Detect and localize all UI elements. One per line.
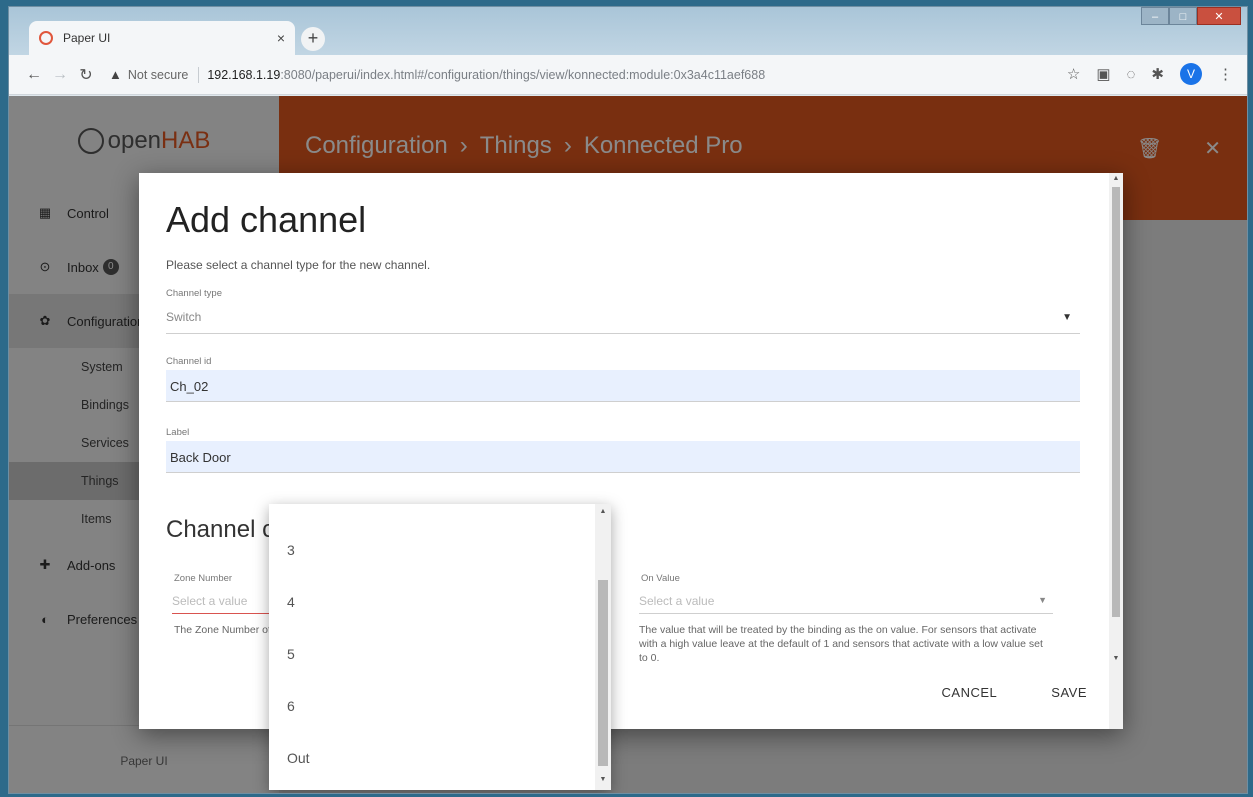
channel-type-select[interactable]: Switch ▼ (166, 304, 1080, 334)
dialog-scroll-thumb[interactable] (1112, 187, 1120, 617)
scroll-down-icon[interactable]: ▼ (1109, 655, 1123, 662)
chevron-down-icon: ▼ (1062, 312, 1072, 323)
warning-icon: ▲ (109, 67, 122, 82)
forward-icon[interactable]: → (47, 66, 73, 84)
security-label: Not secure (127, 67, 189, 82)
label-field-label: Label (166, 427, 190, 438)
on-value-placeholder: Select a value (639, 594, 715, 608)
dialog-scrollbar[interactable]: ▲ ▼ (1109, 173, 1123, 729)
extension-2-icon[interactable]: ◌ (1127, 66, 1136, 83)
extension-icon[interactable]: ▣ (1096, 65, 1110, 83)
dropdown-scroll-thumb[interactable] (598, 580, 608, 766)
minimize-icon[interactable]: – (1141, 7, 1169, 25)
dropdown-option[interactable]: Out (287, 750, 310, 766)
address-bar[interactable]: ▲ Not secure 192.168.1.19 :8080/paperui/… (109, 61, 1009, 89)
channel-type-value: Switch (166, 310, 202, 324)
new-tab-button[interactable]: + (301, 27, 325, 51)
channel-id-label: Channel id (166, 356, 212, 367)
cancel-button[interactable]: CANCEL (942, 685, 998, 700)
puzzle-icon[interactable]: ✱ (1151, 65, 1164, 83)
scroll-up-icon[interactable]: ▲ (595, 508, 611, 515)
paper-ui-app: open HAB ▦ Control ⊙ Inbox 0 ✿ Configurat… (9, 96, 1247, 793)
channel-id-input[interactable]: Ch_02 (166, 370, 1080, 402)
dialog-description: Please select a channel type for the new… (166, 258, 431, 272)
channel-type-label: Channel type (166, 288, 222, 299)
on-value-select[interactable]: Select a value ▼ (639, 590, 1053, 614)
url-path: :8080/paperui/index.html#/configuration/… (280, 67, 766, 82)
back-icon[interactable]: ← (21, 66, 47, 84)
address-separator (198, 66, 200, 83)
zone-number-options: 3 4 5 6 Out ▲ ▼ (269, 504, 611, 790)
dropdown-scrollbar[interactable]: ▲ ▼ (595, 504, 611, 790)
on-value-label: On Value (641, 573, 680, 584)
tab-close-icon[interactable]: × (277, 30, 285, 46)
label-input[interactable]: Back Door (166, 441, 1080, 473)
url-host: 192.168.1.19 (207, 67, 281, 82)
openhab-favicon-icon (39, 31, 53, 45)
on-value-helper: The value that will be treated by the bi… (639, 624, 1043, 664)
browser-window: – □ ✕ Paper UI × + ← → ↻ ▲ Not secure 19… (8, 6, 1248, 794)
browser-toolbar: ← → ↻ ▲ Not secure 192.168.1.19 :8080/pa… (9, 55, 1247, 95)
chevron-down-icon: ▼ (1038, 595, 1047, 605)
zone-number-placeholder: Select a value (172, 594, 248, 608)
scroll-up-icon[interactable]: ▲ (1109, 175, 1123, 182)
dialog-title: Add channel (166, 199, 367, 240)
maximize-icon[interactable]: □ (1169, 7, 1197, 25)
close-window-icon[interactable]: ✕ (1197, 7, 1241, 25)
dropdown-option[interactable]: 6 (287, 698, 295, 714)
save-button[interactable]: SAVE (1051, 685, 1087, 700)
zone-number-label: Zone Number (174, 573, 233, 584)
dialog-actions: CANCEL SAVE (942, 685, 1087, 700)
profile-avatar[interactable]: V (1180, 63, 1202, 85)
tab-title: Paper UI (63, 31, 111, 45)
browser-tab[interactable]: Paper UI × (29, 21, 295, 55)
scroll-down-icon[interactable]: ▼ (595, 776, 611, 783)
dropdown-option[interactable]: 5 (287, 646, 295, 662)
reload-icon[interactable]: ↻ (73, 65, 99, 85)
dropdown-option[interactable]: 3 (287, 542, 295, 558)
bookmark-star-icon[interactable]: ☆ (1067, 65, 1080, 83)
toolbar-actions: ☆ ▣ ◌ ✱ V ⋮ (1067, 63, 1233, 85)
window-controls: – □ ✕ (1141, 7, 1241, 25)
menu-icon[interactable]: ⋮ (1218, 65, 1233, 83)
dropdown-option[interactable]: 4 (287, 594, 295, 610)
